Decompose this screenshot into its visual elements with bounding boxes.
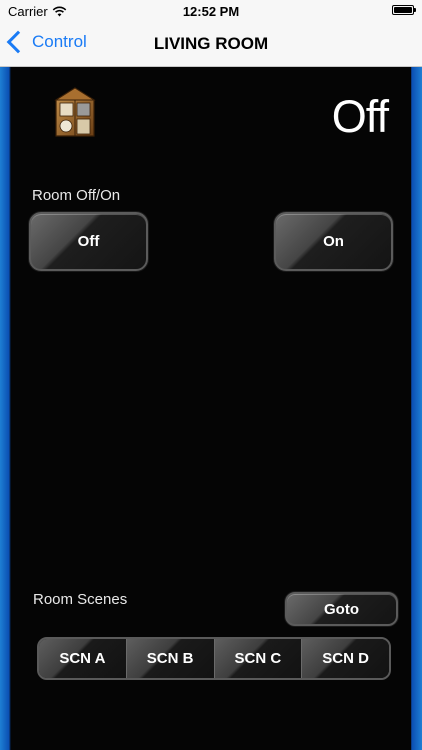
house-icon <box>54 87 96 137</box>
battery-icon <box>392 5 416 15</box>
page-title: LIVING ROOM <box>153 34 269 53</box>
room-on-off-label: Room Off/On <box>32 187 121 204</box>
screen: Carrier 12:52 PM Control LIVING ROOM Off… <box>0 0 422 750</box>
status-bar: Carrier 12:52 PM <box>0 0 422 22</box>
control-panel-inner: Off Room Off/On Off On Room Scenes Goto … <box>11 67 411 750</box>
control-panel: Off Room Off/On Off On Room Scenes Goto … <box>0 67 422 750</box>
navigation-bar: Control LIVING ROOM <box>0 22 422 66</box>
room-off-button[interactable]: Off <box>29 212 148 271</box>
goto-button[interactable]: Goto <box>285 592 398 626</box>
scene-d-button[interactable]: SCN D <box>302 639 389 678</box>
scene-c-button[interactable]: SCN C <box>214 639 303 678</box>
room-on-button[interactable]: On <box>274 212 393 271</box>
room-scenes-label: Room Scenes <box>33 591 128 608</box>
top-bar: Carrier 12:52 PM Control LIVING ROOM <box>0 0 422 67</box>
status-time: 12:52 PM <box>182 4 240 19</box>
scene-b-button[interactable]: SCN B <box>126 639 215 678</box>
room-status: Off <box>331 91 389 142</box>
scene-button-group: SCN A SCN B SCN C SCN D <box>37 637 391 680</box>
scene-a-button[interactable]: SCN A <box>39 639 127 678</box>
